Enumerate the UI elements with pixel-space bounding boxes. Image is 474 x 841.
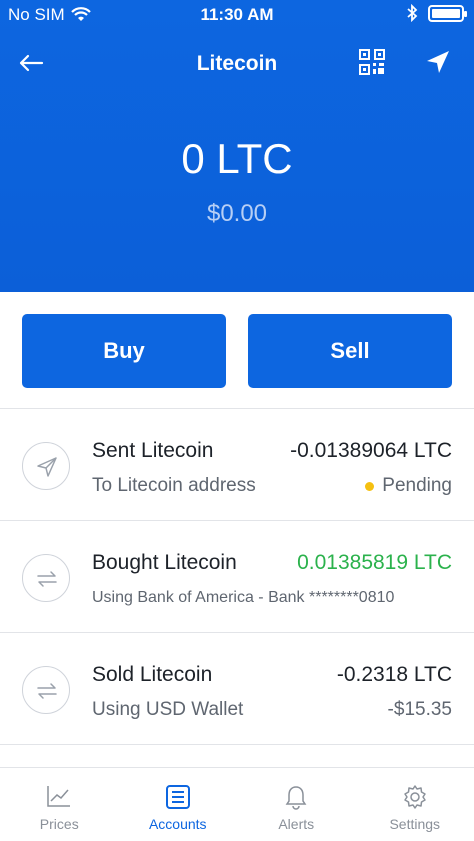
send-icon	[37, 457, 57, 477]
status-badge: Pending	[365, 475, 452, 497]
bell-icon	[285, 786, 307, 810]
transaction-row[interactable]: Bought Litecoin 0.01385819 LTC Using Ban…	[0, 521, 474, 633]
bluetooth-icon	[407, 4, 418, 22]
tab-label: Prices	[39, 816, 79, 832]
transaction-fiat-amount: -$15.35	[387, 699, 452, 720]
tab-prices[interactable]: Prices	[0, 768, 119, 841]
transaction-title: Sent Litecoin	[92, 439, 214, 462]
transaction-row[interactable]: Sent Litecoin -0.01389064 LTC To Litecoi…	[0, 409, 474, 521]
tab-label: Alerts	[278, 816, 315, 832]
page-title: Litecoin	[196, 52, 278, 75]
nav-bar: Litecoin	[0, 40, 474, 88]
transaction-subtitle: Using Bank of America - Bank ********081…	[92, 589, 395, 606]
crypto-balance: 0 LTC	[181, 135, 293, 182]
account-header: No SIM 11:30 AM Litecoin 0 LTC $0.00	[0, 0, 474, 292]
chart-icon	[47, 786, 71, 807]
transaction-subtitle: To Litecoin address	[92, 475, 256, 496]
send-icon[interactable]	[424, 48, 452, 76]
exchange-icon	[37, 683, 57, 699]
tab-alerts[interactable]: Alerts	[237, 768, 356, 841]
qr-code-icon[interactable]	[358, 48, 386, 76]
transaction-title: Bought Litecoin	[92, 551, 237, 574]
sell-button[interactable]: Sell	[248, 314, 452, 388]
tab-accounts[interactable]: Accounts	[119, 768, 238, 841]
transaction-amount: -0.2318 LTC	[336, 663, 452, 686]
pending-dot-icon	[365, 481, 375, 491]
transaction-title: Sold Litecoin	[92, 663, 213, 686]
tab-settings[interactable]: Settings	[356, 768, 474, 841]
clock: 11:30 AM	[200, 5, 274, 24]
battery-icon	[428, 4, 467, 22]
status-bar: No SIM 11:30 AM	[0, 0, 474, 32]
transaction-subtitle: Using USD Wallet	[92, 699, 244, 720]
fiat-balance: $0.00	[206, 200, 268, 227]
exchange-icon	[37, 571, 57, 587]
tab-label: Settings	[389, 816, 441, 832]
tab-bar: Prices Accounts Alerts Settings	[0, 767, 474, 841]
tab-label: Accounts	[148, 816, 207, 832]
buy-button[interactable]: Buy	[22, 314, 226, 388]
accounts-icon	[165, 785, 190, 809]
status-label: Pending	[382, 475, 452, 496]
transaction-amount: -0.01389064 LTC	[290, 439, 452, 462]
action-buttons: Buy Sell	[22, 314, 452, 388]
transaction-row[interactable]: Sold Litecoin -0.2318 LTC Using USD Wall…	[0, 633, 474, 745]
gear-icon	[404, 785, 426, 809]
transaction-amount: 0.01385819 LTC	[297, 551, 452, 574]
